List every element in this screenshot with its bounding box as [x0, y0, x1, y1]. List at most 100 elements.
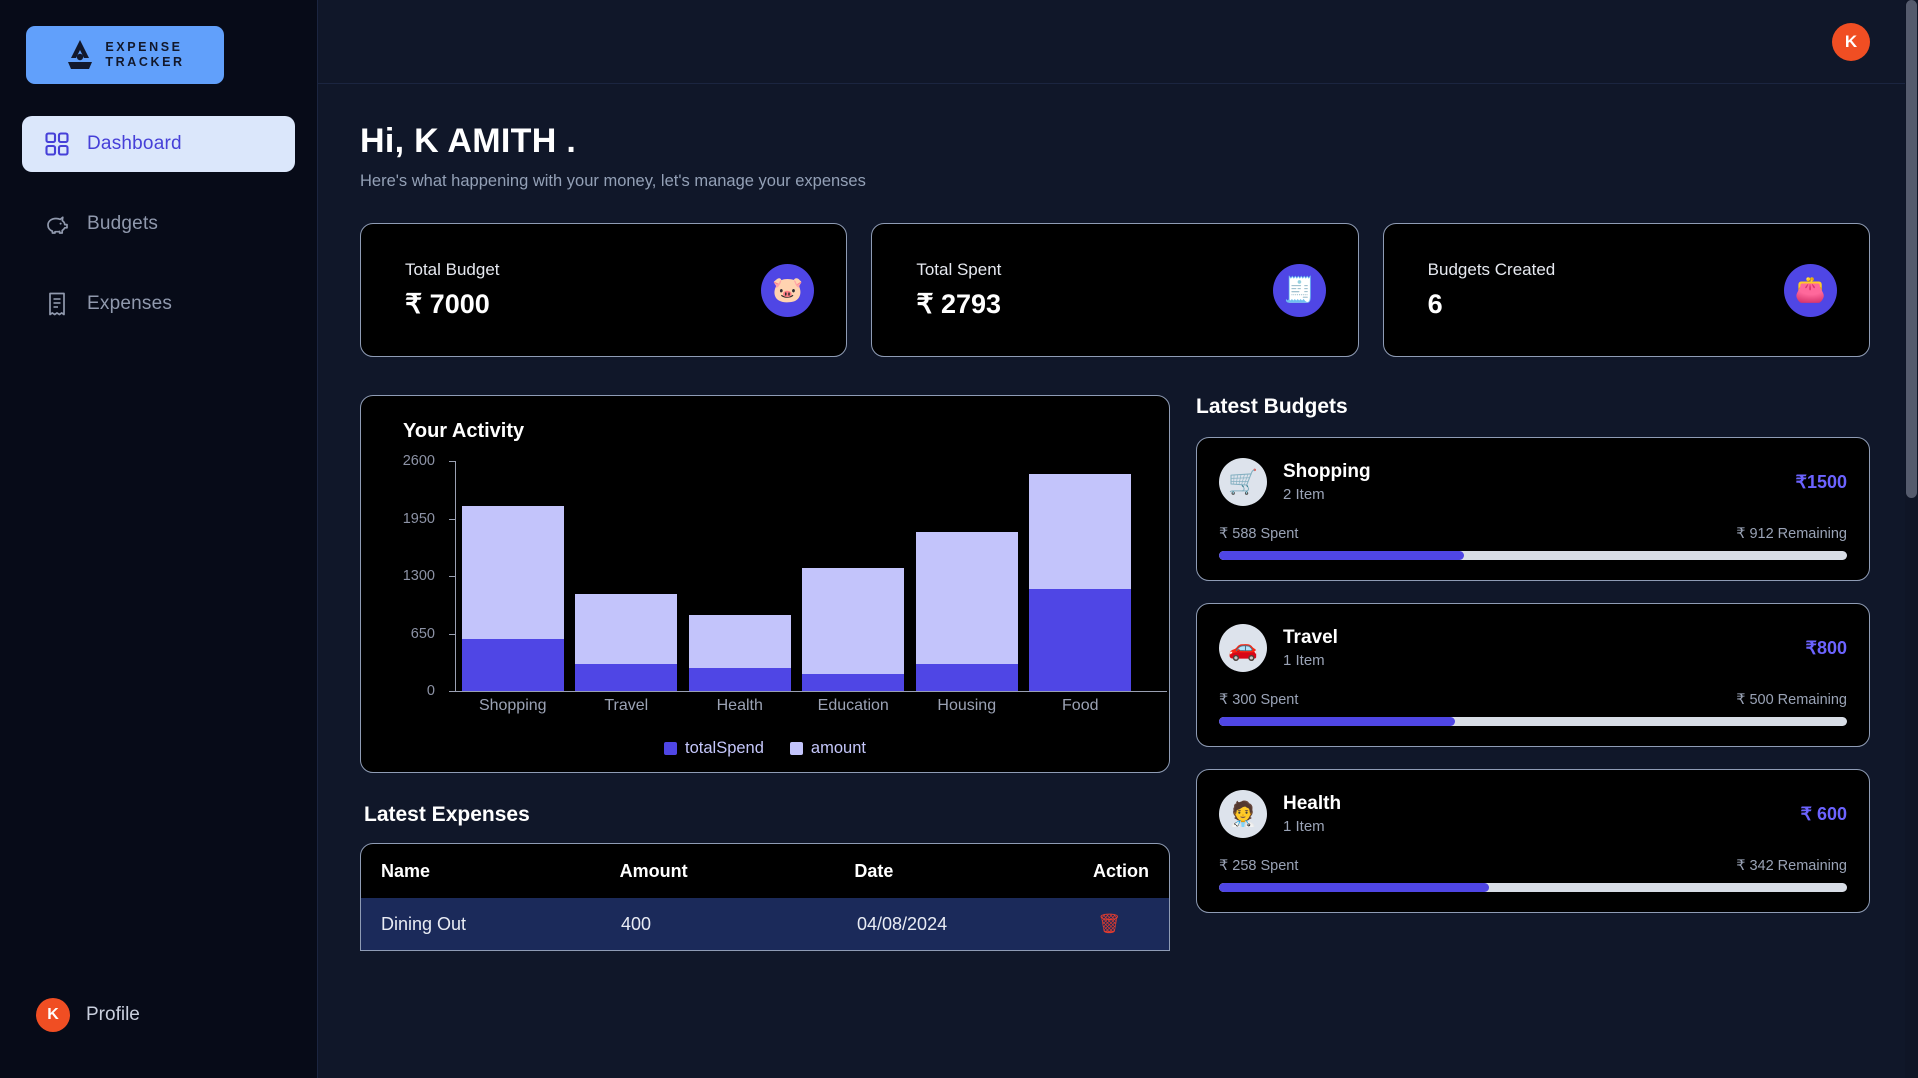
x-axis-labels: Shopping Travel Health Education Housing Food	[456, 697, 1137, 715]
legend-label: totalSpend	[685, 739, 764, 757]
brand-line-1: EXPENSE	[105, 40, 183, 55]
stat-card-budgets-created: Budgets Created 6 👛	[1382, 223, 1870, 357]
progress-track	[1219, 883, 1847, 892]
vertical-scrollbar[interactable]	[1905, 0, 1918, 1078]
progress-track	[1219, 551, 1847, 560]
topbar: K	[318, 0, 1918, 84]
budget-amount: ₹1500	[1795, 471, 1848, 492]
x-axis-tick-label: Education	[817, 697, 889, 714]
x-axis-tick-label: Travel	[604, 697, 649, 714]
budget-remaining: ₹ 500 Remaining	[1736, 692, 1847, 708]
brand-text: EXPENSE TRACKER	[105, 40, 184, 70]
budget-item-count: 2 Item	[1283, 486, 1325, 503]
expenses-table: Name Amount Date Action Dining Out 400 0…	[360, 843, 1170, 951]
stat-label: Total Budget	[405, 260, 500, 279]
bar-group[interactable]	[1029, 461, 1132, 691]
dashboard-content: Hi, K AMITH . Here's what happening with…	[318, 84, 1918, 1078]
bar-group[interactable]	[461, 461, 564, 691]
budget-card[interactable]: 🚗 Travel 1 Item ₹800 ₹ 300 Spent ₹ 500 Remain…	[1196, 603, 1870, 747]
legend-label: amount	[810, 739, 866, 757]
brand-line-2: TRACKER	[105, 55, 185, 69]
sidebar-item-dashboard[interactable]: Dashboard	[22, 116, 295, 172]
receipt-icon: 🧾	[1272, 263, 1326, 317]
budget-spent: ₹ 258 Spent	[1219, 858, 1299, 874]
bar-group[interactable]	[915, 461, 1018, 691]
bar-segment-amount	[1029, 473, 1132, 589]
budget-card[interactable]: 🛒 Shopping 2 Item ₹1500 ₹ 588 Spent ₹ 912 Rem…	[1196, 437, 1870, 581]
stat-label: Total Spent	[916, 260, 1002, 279]
sidebar: EXPENSE TRACKER Dashboard Budgets Expens…	[0, 0, 318, 1078]
chart-legend: totalSpend amount	[361, 739, 1169, 758]
x-axis-line	[455, 691, 1167, 692]
receipt-icon	[49, 292, 65, 316]
budget-item-count: 1 Item	[1283, 818, 1325, 835]
activity-chart-card: Your Activity 0 650 1300 1950 2600 Shopping T…	[360, 395, 1170, 773]
latest-expenses-title: Latest Expenses	[364, 803, 530, 826]
bar-segment-amount	[915, 531, 1018, 665]
y-axis-tick	[449, 691, 456, 692]
cell-action: 🗑	[1097, 912, 1149, 936]
budget-card[interactable]: 🧑‍⚕️ Health 1 Item ₹ 600 ₹ 258 Spent ₹ 342 Re…	[1196, 769, 1870, 913]
budget-name: Travel	[1283, 627, 1338, 648]
y-axis-tick	[449, 461, 456, 462]
app-root: EXPENSE TRACKER Dashboard Budgets Expens…	[0, 0, 1918, 1078]
shopping-cart-icon: 🛒	[1219, 458, 1267, 506]
user-avatar-button[interactable]: K	[1832, 22, 1870, 61]
column-header-action: Action	[1093, 860, 1149, 881]
car-icon: 🚗	[1219, 624, 1267, 672]
sidebar-profile[interactable]: K Profile	[36, 998, 140, 1032]
legend-item[interactable]: totalSpend	[664, 739, 764, 758]
bar-segment-amount	[802, 568, 905, 675]
sidebar-item-expenses[interactable]: Expenses	[22, 276, 295, 332]
budget-spent: ₹ 588 Spent	[1219, 526, 1299, 542]
budget-card-list: 🛒 Shopping 2 Item ₹1500 ₹ 588 Spent ₹ 912 Rem…	[1196, 437, 1870, 913]
stat-value: ₹ 7000	[405, 289, 490, 319]
stat-card-total-budget: Total Budget ₹ 7000 🐷	[360, 223, 848, 357]
scrollbar-thumb[interactable]	[1906, 0, 1917, 498]
budget-name: Health	[1283, 793, 1342, 814]
x-axis-tick-label: Housing	[937, 697, 997, 714]
stat-label: Budgets Created	[1427, 260, 1556, 279]
piggy-bank-icon: 🐷	[761, 263, 815, 317]
wallet-icon: 👛	[1783, 263, 1837, 317]
bar-segment-totalspend	[915, 664, 1018, 691]
progress-track	[1219, 717, 1847, 726]
trash-icon[interactable]: 🗑	[1097, 914, 1121, 935]
lower-section: Your Activity 0 650 1300 1950 2600 Shopping T…	[360, 395, 1870, 951]
legend-swatch	[664, 742, 678, 755]
bar-series	[456, 461, 1137, 691]
bar-segment-totalspend	[1029, 588, 1132, 691]
column-header-date: Date	[854, 860, 894, 881]
right-column: Latest Budgets 🛒 Shopping 2 Item ₹1500 ₹ 588…	[1196, 395, 1870, 951]
latest-budgets-title: Latest Budgets	[1196, 395, 1348, 418]
bar-segment-totalspend	[802, 674, 905, 691]
progress-fill	[1219, 883, 1490, 892]
sidebar-item-budgets[interactable]: Budgets	[22, 196, 295, 252]
progress-fill	[1219, 717, 1455, 726]
left-column: Your Activity 0 650 1300 1950 2600 Shopping T…	[360, 395, 1170, 951]
chart-title: Your Activity	[403, 420, 525, 442]
x-axis-tick-label: Health	[716, 697, 763, 714]
cell-date: 04/08/2024	[857, 913, 948, 934]
bar-segment-amount	[575, 593, 678, 665]
legend-item[interactable]: amount	[789, 739, 866, 758]
grid-icon	[45, 132, 69, 156]
stat-card-total-spent: Total Spent ₹ 2793 🧾	[871, 223, 1359, 357]
budget-amount: ₹ 600	[1800, 803, 1848, 824]
profile-label: Profile	[86, 1004, 140, 1025]
cell-amount: 400	[621, 913, 652, 934]
y-axis-tick	[449, 518, 456, 520]
bar-segment-amount	[461, 506, 564, 639]
bar-group[interactable]	[575, 461, 678, 691]
bar-segment-amount	[688, 615, 791, 669]
y-axis-tick-label: 1950	[402, 510, 435, 527]
column-header-amount: Amount	[619, 860, 688, 881]
main-area: K Hi, K AMITH . Here's what happening wi…	[318, 0, 1918, 1078]
piggy-bank-icon	[47, 216, 68, 234]
brand-logo[interactable]: EXPENSE TRACKER	[26, 26, 224, 84]
bar-group[interactable]	[688, 461, 791, 691]
progress-fill	[1219, 551, 1464, 560]
budget-item-count: 1 Item	[1283, 652, 1325, 669]
x-axis-tick-label: Shopping	[478, 697, 547, 714]
bar-group[interactable]	[802, 461, 905, 691]
